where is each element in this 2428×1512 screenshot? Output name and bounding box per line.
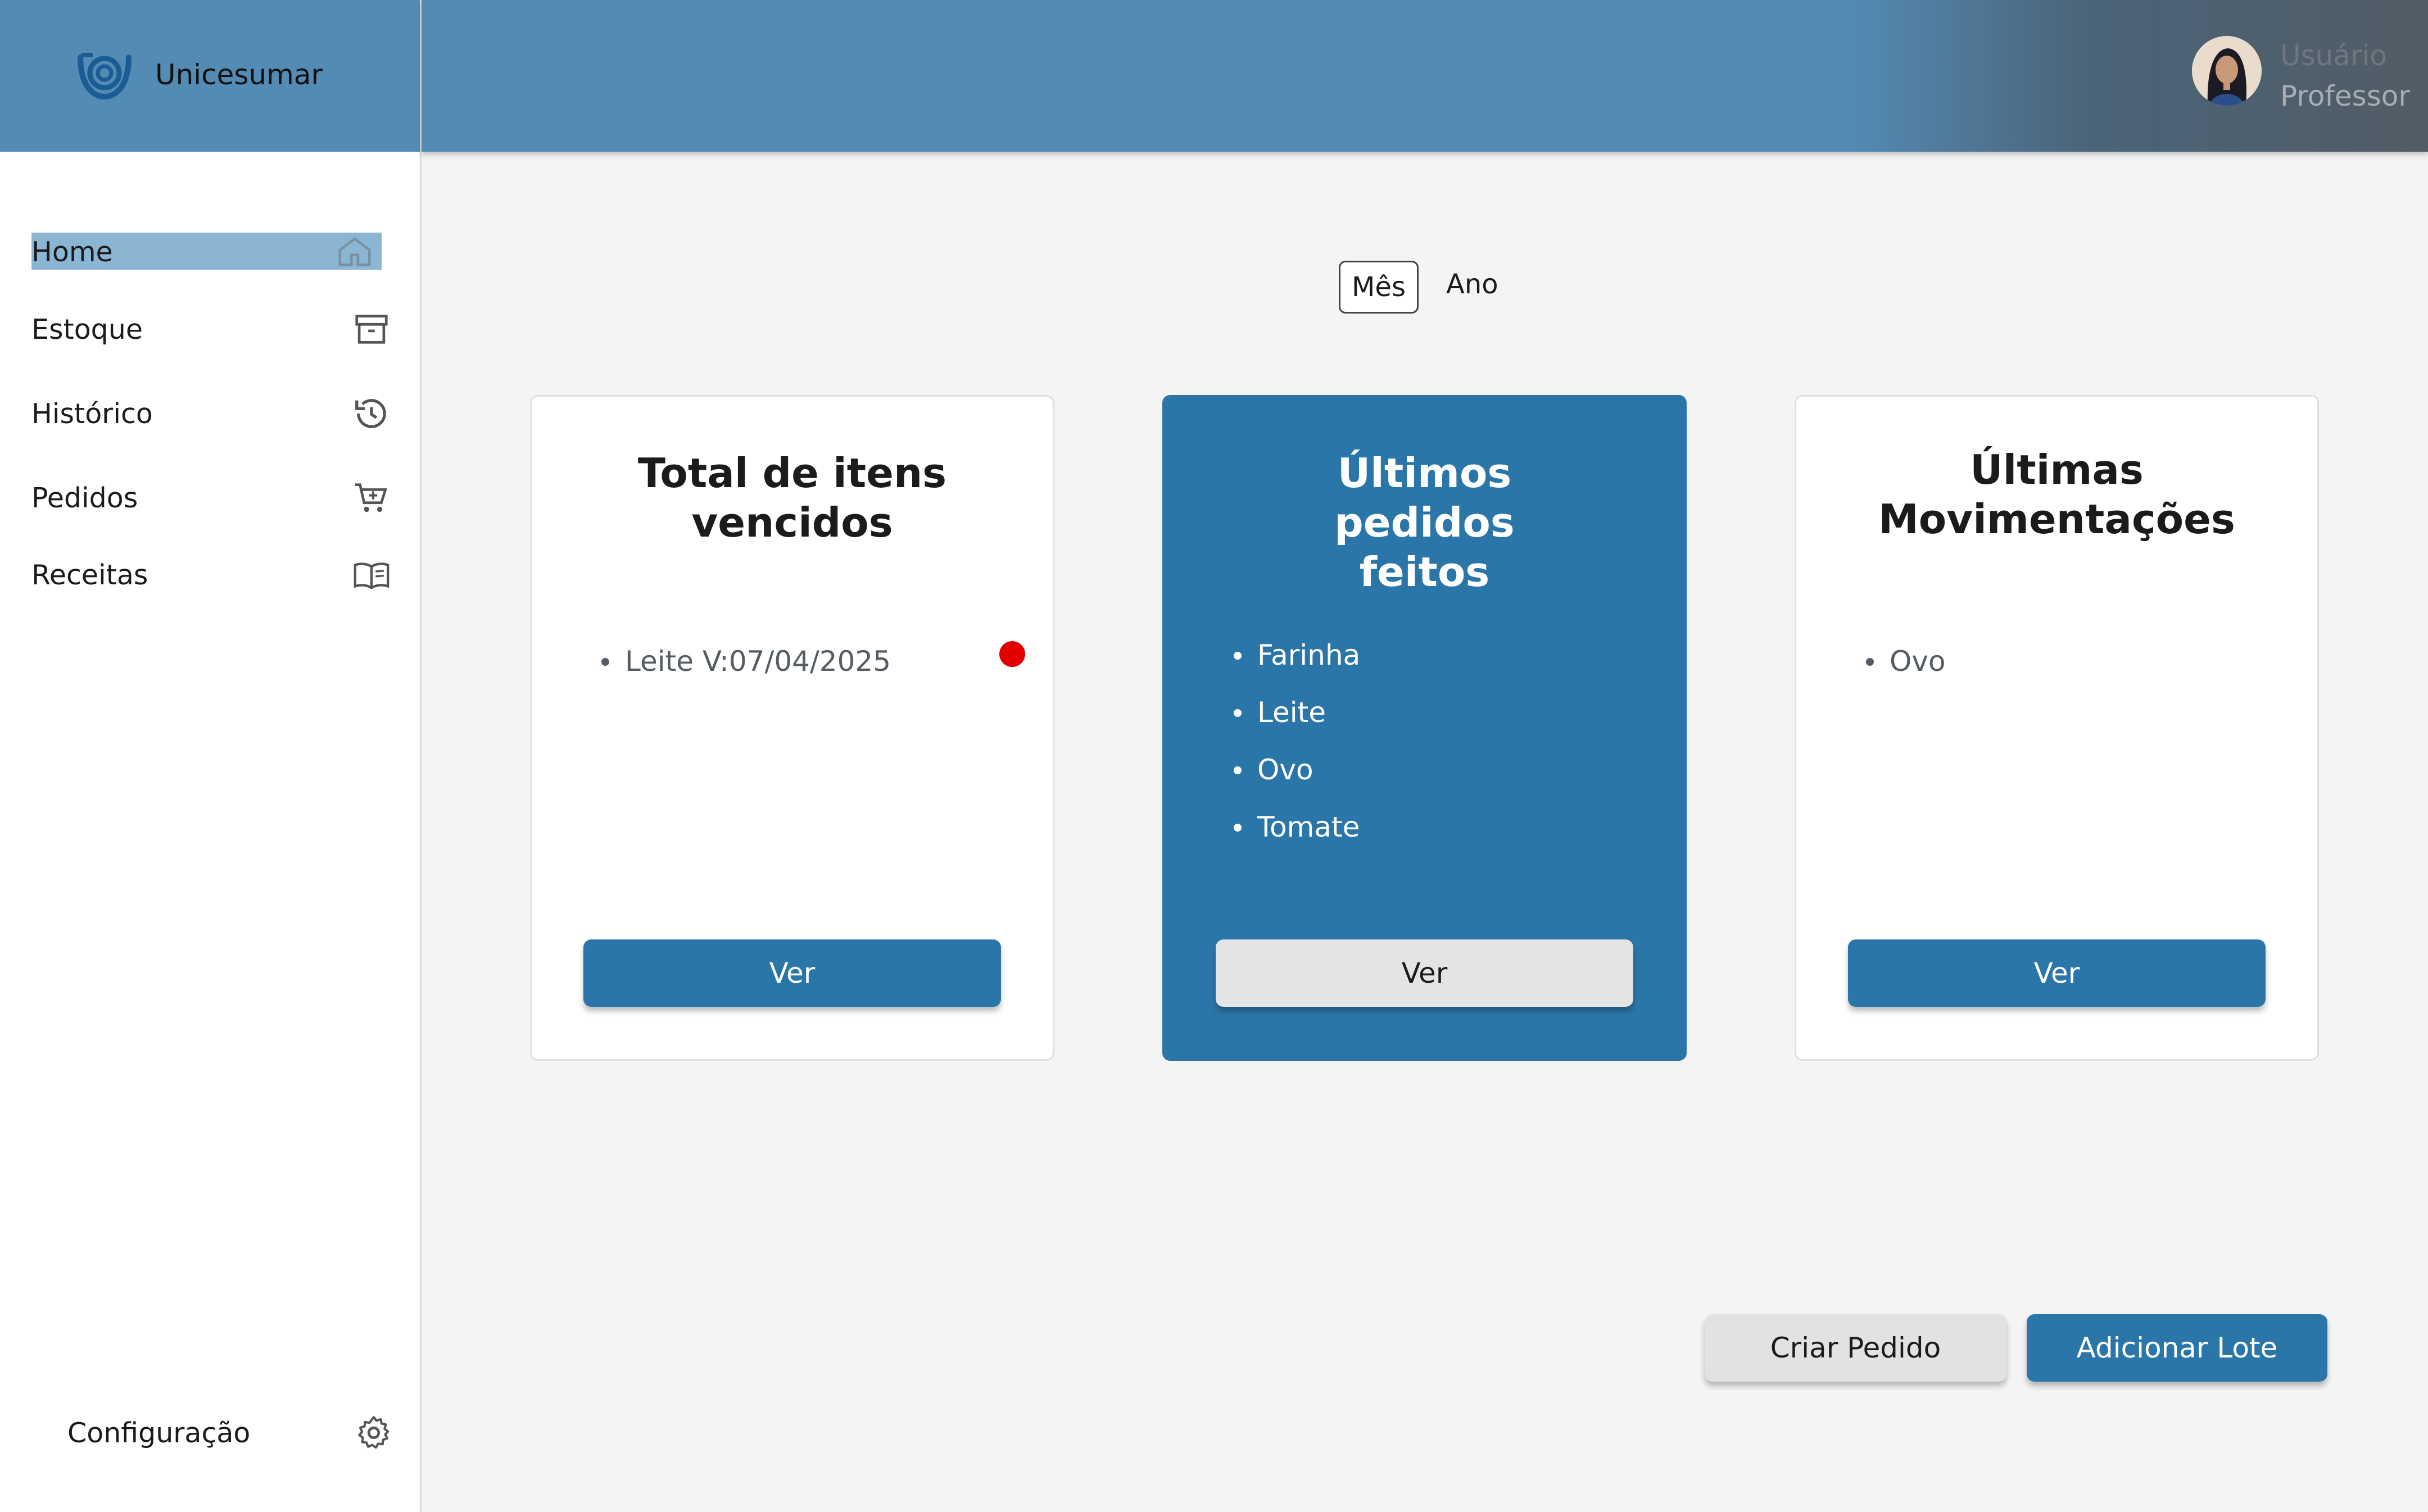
list-item: Leite V:07/04/2025 (601, 633, 891, 690)
ver-movements-button[interactable]: Ver (1848, 939, 2266, 1007)
sidebar: Unicesumar Home Estoque Histórico Pedido… (0, 0, 422, 1512)
criar-pedido-button[interactable]: Criar Pedido (1705, 1314, 2006, 1382)
card-expired-items: Total de itens vencidos Leite V:07/04/20… (530, 395, 1054, 1061)
list-item: Farinha (1233, 626, 1360, 684)
card-title-line: Últimos (1337, 449, 1512, 497)
sidebar-item-configuracao[interactable]: Configuração (67, 1413, 393, 1452)
card-list: Ovo (1866, 633, 1946, 690)
sidebar-item-receitas[interactable]: Receitas (31, 557, 391, 593)
sidebar-item-estoque[interactable]: Estoque (31, 311, 391, 347)
card-title-line: feitos (1359, 548, 1490, 596)
history-icon (355, 399, 386, 428)
sidebar-item-label: Histórico (31, 397, 153, 430)
sidebar-item-historico[interactable]: Histórico (31, 396, 391, 432)
card-list: Farinha Leite Ovo Tomate (1233, 626, 1360, 856)
card-last-movements: Últimas Movimentações Ovo Ver (1795, 395, 2319, 1061)
card-list: Leite V:07/04/2025 (601, 633, 891, 690)
config-label: Configuração (67, 1416, 251, 1449)
card-title: Total de itens vencidos (532, 448, 1053, 547)
card-last-orders: Últimos pedidos feitos Farinha Leite Ovo… (1162, 395, 1687, 1061)
sidebar-item-home[interactable]: Home (31, 233, 391, 270)
book-icon (354, 562, 389, 589)
period-toggle-year[interactable]: Ano (1446, 269, 1498, 300)
cart-icon (355, 483, 387, 512)
sidebar-item-label: Home (31, 235, 113, 268)
sidebar-item-label: Estoque (31, 313, 143, 346)
list-item: Ovo (1866, 633, 1946, 690)
adicionar-lote-button[interactable]: Adicionar Lote (2027, 1314, 2327, 1382)
brand-name: Unicesumar (155, 58, 323, 91)
top-header (422, 0, 2428, 152)
list-item: Ovo (1233, 741, 1360, 798)
card-title-line: vencidos (691, 499, 893, 546)
card-title-line: Movimentações (1878, 496, 2235, 543)
ver-expired-button[interactable]: Ver (583, 939, 1001, 1007)
brand-header: Unicesumar (0, 0, 420, 152)
sidebar-item-label: Pedidos (31, 482, 138, 514)
card-title-line: Últimas (1970, 446, 2144, 493)
card-title-line: Total de itens (637, 449, 947, 497)
user-role: Professor (2280, 80, 2410, 112)
gear-icon (358, 1416, 389, 1449)
list-item: Leite (1233, 684, 1360, 741)
sidebar-item-label: Receitas (31, 559, 148, 591)
card-title-line: pedidos (1334, 499, 1515, 546)
ver-orders-button[interactable]: Ver (1216, 939, 1633, 1007)
avatar-photo-icon (2192, 36, 2262, 106)
period-toggle-month[interactable]: Mês (1339, 261, 1419, 314)
sidebar-item-pedidos[interactable]: Pedidos (31, 480, 391, 516)
unicesumar-logo-icon (78, 53, 132, 100)
expired-status-dot (999, 641, 1025, 667)
user-name: Usuário (2280, 39, 2388, 72)
archive-box-icon (355, 315, 388, 344)
avatar[interactable] (2192, 36, 2262, 106)
card-title: Últimas Movimentações (1796, 445, 2317, 544)
home-icon (338, 237, 371, 266)
list-item: Tomate (1233, 798, 1360, 856)
card-title: Últimos pedidos feitos (1164, 448, 1685, 597)
